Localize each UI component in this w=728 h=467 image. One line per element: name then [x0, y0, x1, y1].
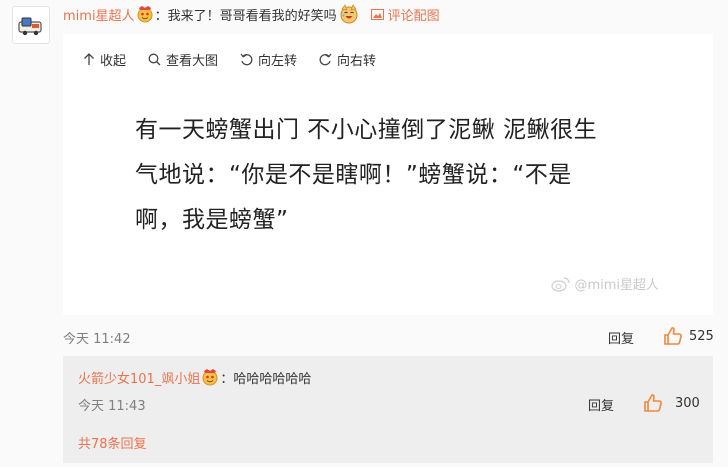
- rotate-left-button[interactable]: 向左转: [240, 50, 297, 69]
- weibo-logo-icon: [551, 276, 571, 292]
- sub-comment-text: 哈哈哈哈哈哈: [233, 371, 312, 387]
- collapse-button[interactable]: 收起: [83, 50, 126, 69]
- rotate-right-icon: [319, 53, 332, 66]
- comment-username[interactable]: mimi星超人: [63, 5, 135, 24]
- joke-line-2: 气地说：“你是不是瞎啊！”螃蟹说：“不是: [135, 162, 572, 188]
- sub-comment-reply-button[interactable]: 回复: [588, 395, 614, 414]
- thumbs-up-icon: [644, 394, 662, 412]
- vip-badge-icon[interactable]: [201, 368, 219, 386]
- image-icon: [370, 8, 384, 20]
- pic-link-label: 评论配图: [387, 8, 440, 24]
- comment-text: 我来了！哥哥看看我的好笑吗: [167, 8, 337, 24]
- comment-time: 今天 11:42: [63, 332, 131, 347]
- comment-colon: ：: [154, 8, 168, 24]
- sub-comment-like-button[interactable]: 300: [643, 393, 700, 413]
- sub-comment-username[interactable]: 火箭少女101_飒小姐: [78, 368, 200, 387]
- image-toolbar: 收起 查看大图 向左转 向右转: [83, 50, 376, 69]
- image-watermark: @mimi星超人: [551, 274, 659, 293]
- laughing-dog-emoji: [339, 4, 359, 24]
- image-joke-text: 有一天螃蟹出门 不小心撞倒了泥鳅 泥鳅很生 气地说：“你是不是瞎啊！”螃蟹说：“…: [135, 108, 655, 243]
- comment-pic-link[interactable]: 评论配图: [370, 5, 440, 24]
- comment-like-button[interactable]: 525: [663, 326, 714, 346]
- total-replies-link[interactable]: 共78条回复: [78, 433, 147, 452]
- collapse-label: 收起: [100, 54, 127, 69]
- comment-reply-button[interactable]: 回复: [608, 328, 634, 347]
- joke-line-1: 有一天螃蟹出门 不小心撞倒了泥鳅 泥鳅很生: [135, 117, 598, 143]
- sub-comment-time: 今天 11:43: [78, 399, 146, 414]
- sub-comment-meta: 今天 11:43 回复 300: [78, 393, 700, 415]
- sub-comment-colon: ：: [220, 371, 234, 387]
- comment-header: mimi星超人 ： 我来了！哥哥看看我的好笑吗 评论配图: [63, 3, 440, 25]
- rotate-left-icon: [240, 53, 253, 66]
- vip-badge-icon[interactable]: [136, 5, 154, 23]
- comment-like-count: 525: [689, 328, 714, 344]
- sub-comment-box: 火箭少女101_飒小姐 ： 哈哈哈哈哈哈 今天 11:43 回复 300 共78…: [63, 356, 713, 463]
- avatar[interactable]: [12, 6, 50, 44]
- magnifier-icon: [148, 53, 161, 66]
- arrow-up-icon: [84, 53, 94, 65]
- sub-comment-like-count: 300: [675, 395, 700, 411]
- rotate-right-button[interactable]: 向右转: [319, 50, 376, 69]
- comment-image-panel: 收起 查看大图 向左转 向右转 有一天螃蟹出门 不小心撞倒了泥鳅 泥鳅很生 气地…: [63, 34, 713, 315]
- watermark-text: @mimi星超人: [574, 278, 659, 293]
- view-large-label: 查看大图: [166, 54, 219, 69]
- thumbs-up-icon: [664, 327, 682, 345]
- comment-meta: 今天 11:42 回复 525: [63, 326, 714, 348]
- sub-comment-header: 火箭少女101_飒小姐 ： 哈哈哈哈哈哈: [78, 366, 311, 388]
- joke-line-3: 啊，我是螃蟹”: [135, 207, 289, 233]
- avatar-icon: [18, 17, 42, 36]
- rotate-left-label: 向左转: [258, 54, 298, 69]
- rotate-right-label: 向右转: [337, 54, 377, 69]
- view-large-button[interactable]: 查看大图: [148, 50, 218, 69]
